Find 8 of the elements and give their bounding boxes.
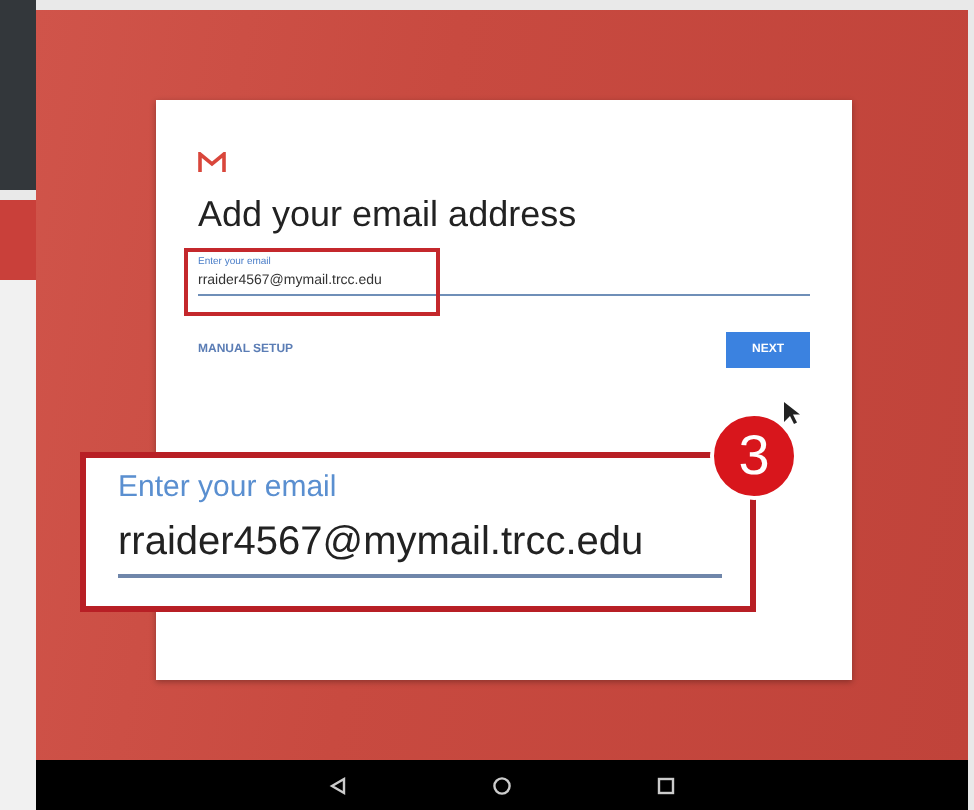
mail-logo-icon	[198, 152, 226, 174]
home-icon[interactable]	[492, 775, 512, 795]
page-title: Add your email address	[198, 194, 579, 236]
field-label: Enter your email	[118, 470, 339, 504]
cursor-icon	[784, 402, 800, 426]
back-icon[interactable]	[328, 775, 348, 795]
recents-icon[interactable]	[656, 775, 676, 795]
email-value: rraider4567@mymail.trcc.edu	[118, 520, 644, 564]
